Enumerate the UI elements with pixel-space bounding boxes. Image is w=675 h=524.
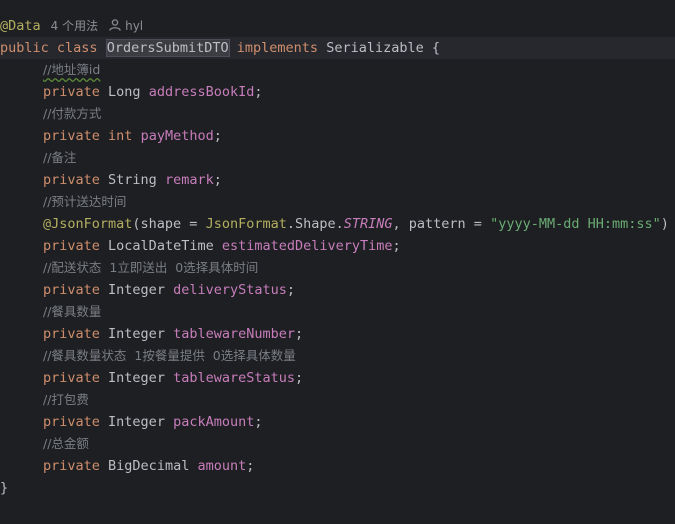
field-type: Integer [108,414,165,430]
comment-line: //付款方式 [0,103,675,125]
code-editor[interactable]: @Data 4 个用法 hyl public class OrdersSubmitD… [0,0,675,524]
field-type: LocalDateTime [108,238,214,254]
semicolon: ; [213,172,222,188]
field-line-delivery[interactable]: private Integer deliveryStatus; [0,279,675,301]
field-line-address[interactable]: private Long addressBookId; [0,81,675,103]
comment-delivery: //配送状态 1立即送出 0选择具体时间 [43,260,259,275]
comment-line: //总金额 [0,433,675,455]
code-line-class-decl[interactable]: public class OrdersSubmitDTO implements … [0,37,675,59]
pattern-string: "yyyy-MM-dd HH:mm:ss" [490,216,661,232]
usages-hint[interactable]: 4 个用法 hyl [51,19,144,33]
keyword-private: private [43,282,100,298]
field-line-tableware-number[interactable]: private Integer tablewareNumber; [0,323,675,345]
comment-line: //打包费 [0,389,675,411]
keyword-private: private [43,238,100,254]
keyword-private: private [43,128,100,144]
comment-address: //地址簿id [43,62,101,77]
semicolon: ; [254,84,263,100]
keyword-private: private [43,84,100,100]
string-constant[interactable]: STRING [344,216,393,232]
keyword-implements: implements [236,40,319,56]
annotation-args-close: ) [660,216,669,232]
field-type: Integer [108,326,165,342]
comment-line: //备注 [0,147,675,169]
field-name[interactable]: payMethod [141,128,214,144]
comment-line: //餐具数量 [0,301,675,323]
field-line-pack[interactable]: private Integer packAmount; [0,411,675,433]
close-brace: } [0,480,9,496]
field-name[interactable]: remark [165,172,214,188]
comment-tableware-status: //餐具数量状态 1按餐量提供 0选择具体数量 [43,348,296,363]
closing-brace-line: } [0,477,675,499]
open-brace: { [431,40,441,56]
keyword-public: public [0,40,49,56]
field-name[interactable]: tablewareStatus [173,370,295,386]
class-name[interactable]: OrdersSubmitDTO [105,39,230,57]
semicolon: ; [295,370,304,386]
comment-line: //配送状态 1立即送出 0选择具体时间 [0,257,675,279]
comment-amount: //总金额 [43,436,89,451]
field-type: Integer [108,370,165,386]
comment-tableware-number: //餐具数量 [43,304,102,319]
comment-pack: //打包费 [43,392,89,407]
field-line-pay[interactable]: private int payMethod; [0,125,675,147]
semicolon: ; [295,326,304,342]
field-line-tableware-status[interactable]: private Integer tablewareStatus; [0,367,675,389]
data-annotation: @Data [0,18,41,34]
semicolon: ; [246,458,255,474]
interface-name[interactable]: Serializable [326,40,424,56]
author-name: hyl [125,19,144,33]
field-line-estimated[interactable]: private LocalDateTime estimatedDeliveryT… [0,235,675,257]
comment-remark: //备注 [43,150,77,165]
comment-pay: //付款方式 [43,106,102,121]
usages-count[interactable]: 4 个用法 [51,19,98,33]
field-line-remark[interactable]: private String remark; [0,169,675,191]
annotation-args-mid: , pattern = [392,216,491,232]
keyword-private: private [43,326,100,342]
annotation-line-jsonformat[interactable]: @JsonFormat(shape = JsonFormat.Shape.STR… [0,213,675,235]
semicolon: ; [392,238,401,254]
field-name[interactable]: addressBookId [149,84,255,100]
annotation-args-open: (shape = [132,216,206,232]
code-line-annotation[interactable]: @Data 4 个用法 hyl [0,15,675,37]
semicolon: ; [286,282,296,298]
comment-estimated: //预计送达时间 [43,194,127,209]
jsonformat-annotation[interactable]: @JsonFormat [43,216,132,232]
comment-line: //餐具数量状态 1按餐量提供 0选择具体数量 [0,345,675,367]
keyword-private: private [43,172,100,188]
field-type: Long [108,84,141,100]
keyword-class: class [56,40,98,56]
keyword-private: private [43,458,100,474]
field-name[interactable]: tablewareNumber [173,326,295,342]
semicolon: ; [254,414,263,430]
field-name[interactable]: amount [197,458,246,474]
field-type: String [108,172,157,188]
field-name[interactable]: estimatedDeliveryTime [222,238,393,254]
field-name[interactable]: packAmount [173,414,254,430]
jsonformat-class-ref[interactable]: JsonFormat [206,216,287,232]
user-icon [109,19,121,31]
keyword-private: private [43,370,100,386]
semicolon: ; [213,128,222,144]
field-type: int [108,128,133,144]
field-type: BigDecimal [108,458,190,474]
field-type: Integer [108,282,165,298]
comment-line: //预计送达时间 [0,191,675,213]
comment-line: //地址簿id [0,59,675,81]
shape-ref: .Shape. [286,216,344,232]
field-line-amount[interactable]: private BigDecimal amount; [0,455,675,477]
field-name[interactable]: deliveryStatus [173,282,287,298]
keyword-private: private [43,414,100,430]
